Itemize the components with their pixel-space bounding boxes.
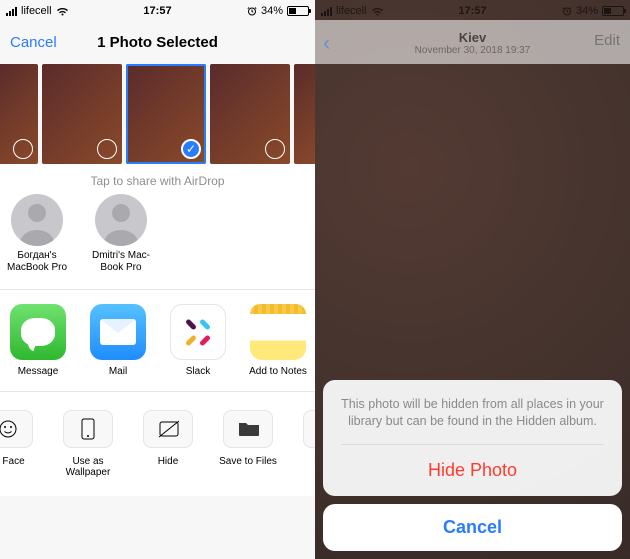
action-sheet-message: This photo will be hidden from all place…	[341, 396, 604, 430]
share-sheet-screen: lifecell 17:57 34% Cancel 1 Photo Select…	[0, 0, 315, 559]
phone-icon	[77, 418, 99, 440]
action-duplicate[interactable]: Duplic	[292, 410, 315, 478]
airdrop-section: Tap to share with AirDrop Богдан's MacBo…	[0, 164, 315, 289]
airdrop-target-label: Dmitri's Mac-Book Pro	[88, 250, 154, 273]
date-subtitle: November 30, 2018 19:37	[415, 45, 531, 56]
action-hide[interactable]: Hide	[132, 410, 204, 478]
edit-button[interactable]: Edit	[594, 32, 620, 49]
action-save-to-files[interactable]: Save to Files	[212, 410, 284, 478]
clock-label: 17:57	[458, 5, 486, 17]
photo-nav-bar: ‹ Kiev November 30, 2018 19:37 Edit	[315, 20, 630, 64]
messages-icon	[10, 304, 66, 360]
airdrop-target[interactable]: Богдан's MacBook Pro	[4, 194, 70, 273]
app-label: Mail	[109, 366, 127, 377]
folder-icon	[237, 418, 259, 440]
carrier-label: lifecell	[21, 5, 52, 17]
photo-thumbnail[interactable]	[42, 64, 122, 164]
back-button[interactable]: ‹	[323, 30, 330, 56]
alarm-icon	[562, 6, 572, 16]
airdrop-hint: Tap to share with AirDrop	[0, 174, 315, 188]
action-label: Use as Wallpaper	[52, 456, 124, 478]
hide-icon	[157, 418, 179, 440]
status-bar: lifecell 17:57 34%	[0, 0, 315, 20]
action-label: Hide	[158, 456, 179, 467]
status-bar: lifecell 17:57 34%	[315, 0, 630, 20]
battery-pct-label: 34%	[576, 5, 598, 17]
share-actions-row[interactable]: te Face Use as Wallpaper Hide Save to Fi…	[0, 392, 315, 496]
share-title: 1 Photo Selected	[97, 34, 218, 51]
action-label: te Face	[0, 456, 25, 467]
alarm-icon	[247, 6, 257, 16]
mail-icon	[90, 304, 146, 360]
carrier-label: lifecell	[336, 5, 367, 17]
photo-detail-screen: lifecell 17:57 34% ‹ Kiev November 30, 2…	[315, 0, 630, 559]
airdrop-target-label: Богдан's MacBook Pro	[4, 250, 70, 273]
action-use-as-wallpaper[interactable]: Use as Wallpaper	[52, 410, 124, 478]
battery-icon	[287, 6, 309, 16]
signal-icon	[6, 7, 17, 16]
location-title: Kiev	[459, 30, 486, 45]
clock-label: 17:57	[143, 5, 171, 17]
person-icon	[11, 194, 63, 246]
app-label: Slack	[186, 366, 210, 377]
share-apps-row[interactable]: Message Mail Slack Add to Notes	[0, 289, 315, 392]
app-label: Add to Notes	[249, 366, 307, 377]
battery-icon	[602, 6, 624, 16]
slack-icon	[170, 304, 226, 360]
photo-thumbnail[interactable]	[0, 64, 38, 164]
wifi-icon	[371, 7, 384, 16]
share-app-message[interactable]: Message	[2, 304, 74, 377]
photo-thumbnail[interactable]	[294, 64, 315, 164]
checkmark-icon: ✓	[181, 139, 201, 159]
photo-selection-row[interactable]: ✓	[0, 64, 315, 164]
cancel-button[interactable]: Cancel	[323, 504, 622, 551]
app-label: Message	[18, 366, 59, 377]
notes-icon	[250, 304, 306, 360]
share-app-notes[interactable]: Add to Notes	[242, 304, 314, 377]
share-app-mail[interactable]: Mail	[82, 304, 154, 377]
action-create-face[interactable]: te Face	[0, 410, 44, 478]
airdrop-target[interactable]: Dmitri's Mac-Book Pro	[88, 194, 154, 273]
wifi-icon	[56, 7, 69, 16]
share-app-slack[interactable]: Slack	[162, 304, 234, 377]
hide-photo-button[interactable]: Hide Photo	[341, 444, 604, 496]
photo-thumbnail-selected[interactable]: ✓	[126, 64, 206, 164]
share-nav-bar: Cancel 1 Photo Selected	[0, 20, 315, 64]
battery-pct-label: 34%	[261, 5, 283, 17]
action-sheet: This photo will be hidden from all place…	[323, 380, 622, 551]
person-icon	[95, 194, 147, 246]
action-label: Save to Files	[219, 456, 277, 467]
photo-thumbnail[interactable]	[210, 64, 290, 164]
signal-icon	[321, 7, 332, 16]
face-icon	[0, 418, 19, 440]
cancel-button[interactable]: Cancel	[10, 34, 57, 51]
